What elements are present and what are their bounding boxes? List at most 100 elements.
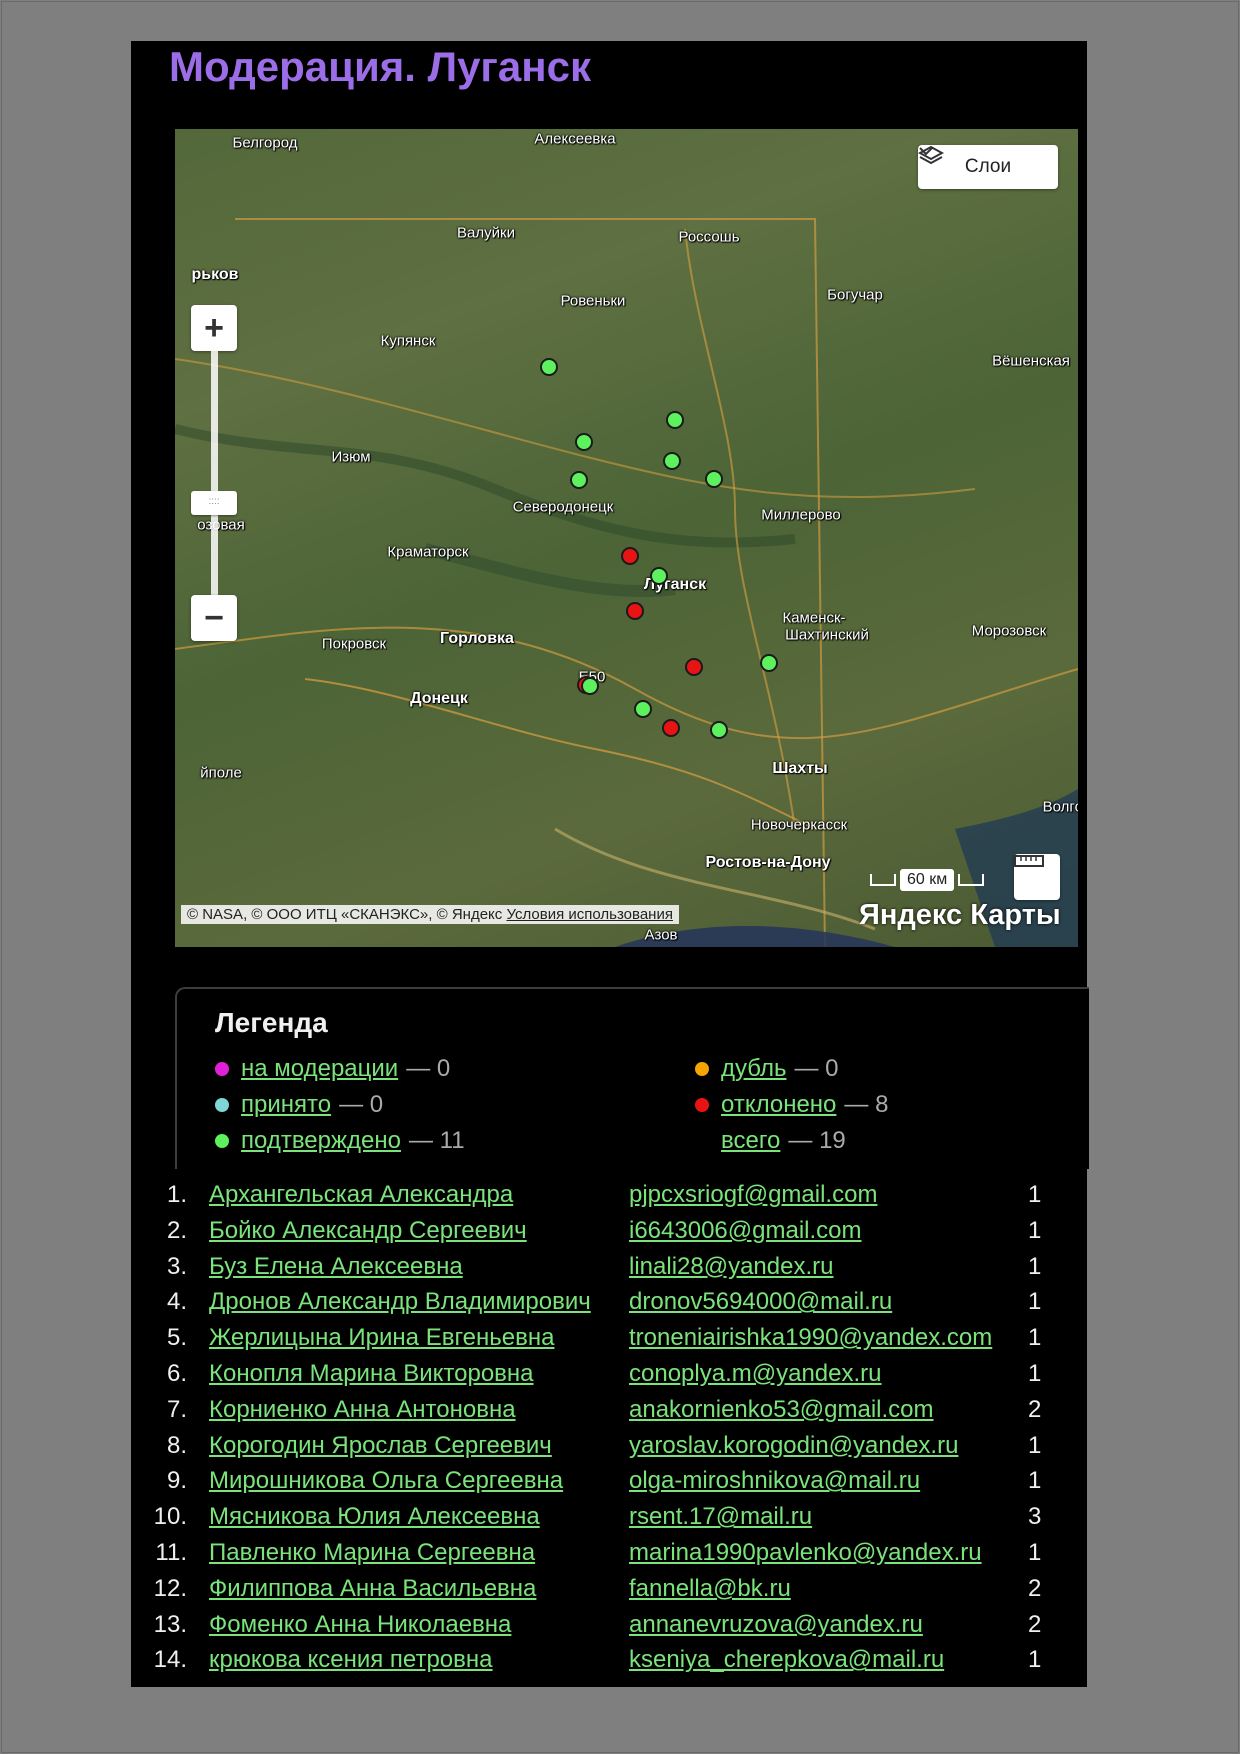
- map-city-label: Миллерово: [761, 506, 841, 524]
- map-marker-confirmed[interactable]: [575, 433, 593, 451]
- zoom-in-button[interactable]: +: [191, 305, 237, 351]
- user-count: 1: [1028, 1252, 1042, 1280]
- map-city-label: озовая: [197, 516, 245, 534]
- user-name-link[interactable]: Филиппова Анна Васильевна: [209, 1575, 536, 1603]
- zoom-slider-track[interactable]: [211, 351, 218, 595]
- map-marker-rejected[interactable]: [662, 719, 680, 737]
- user-number: 12.: [153, 1574, 187, 1602]
- zoom-slider-handle[interactable]: ::::: [191, 491, 237, 515]
- map-city-label: Купянск: [380, 332, 436, 350]
- legend-count: — 8: [844, 1091, 889, 1118]
- page-title: Модерация. Луганск: [169, 43, 592, 90]
- legend-item: на модерации — 0: [215, 1055, 450, 1083]
- user-email-link[interactable]: kseniya_cherepkova@mail.ru: [629, 1646, 944, 1674]
- user-email-link[interactable]: fannella@bk.ru: [629, 1575, 791, 1603]
- legend-filter-link[interactable]: отклонено: [721, 1091, 836, 1119]
- map-city-label: Северодонецк: [512, 498, 614, 516]
- legend-count: — 19: [788, 1127, 846, 1154]
- layers-button[interactable]: Слои: [918, 145, 1058, 189]
- ruler-button[interactable]: [1014, 854, 1060, 900]
- yandex-maps-logo[interactable]: Яндекс Карты: [859, 899, 1061, 932]
- legend-item: всего — 19: [695, 1127, 846, 1155]
- map-city-label: Морозовск: [971, 622, 1047, 640]
- user-number: 2.: [166, 1216, 187, 1244]
- user-number: 14.: [153, 1646, 187, 1674]
- user-row: 3. Буз Елена Алексеевна linali28@yandex.ru…: [131, 1253, 1087, 1289]
- map-city-label: Богучар: [827, 286, 883, 304]
- user-row: 10. Мясникова Юлия Алексеевна rsent.17@mai…: [131, 1503, 1087, 1539]
- map-marker-confirmed[interactable]: [705, 470, 723, 488]
- map-marker-confirmed[interactable]: [570, 471, 588, 489]
- user-name-link[interactable]: Мясникова Юлия Алексеевна: [209, 1503, 540, 1531]
- user-email-link[interactable]: linali28@yandex.ru: [629, 1253, 833, 1281]
- user-count: 1: [1028, 1539, 1042, 1566]
- user-count: 1: [1028, 1467, 1042, 1495]
- copyright-text: © NASA, © ООО ИТЦ «СКАНЭКС», © Яндекс: [187, 906, 503, 923]
- user-email-link[interactable]: olga-miroshnikova@mail.ru: [629, 1467, 920, 1495]
- user-number: 13.: [153, 1610, 187, 1638]
- map-city-label: Ровеньки: [560, 292, 626, 310]
- user-name-link[interactable]: Павленко Марина Сергеевна: [209, 1539, 535, 1567]
- user-name-link[interactable]: Жерлицына Ирина Евгеньевна: [209, 1324, 554, 1352]
- map-marker-confirmed[interactable]: [710, 721, 728, 739]
- legend-filter-link[interactable]: дубль: [721, 1055, 786, 1083]
- user-row: 7. Корниенко Анна Антоновна anakornienko53…: [131, 1396, 1087, 1432]
- map-city-label: рьков: [191, 266, 239, 283]
- legend-item: подтверждено — 11: [215, 1127, 465, 1155]
- user-email-link[interactable]: troneniairishka1990@yandex.com: [629, 1324, 992, 1352]
- user-count: 2: [1028, 1610, 1042, 1638]
- user-name-link[interactable]: Дронов Александр Владимирович: [209, 1288, 591, 1316]
- map-marker-rejected[interactable]: [621, 547, 639, 565]
- user-email-link[interactable]: rsent.17@mail.ru: [629, 1503, 812, 1531]
- map-marker-confirmed[interactable]: [666, 411, 684, 429]
- user-number: 4.: [166, 1288, 187, 1316]
- user-name-link[interactable]: крюкова ксения петровна: [209, 1646, 493, 1674]
- user-count: 1: [1028, 1431, 1042, 1459]
- user-name-link[interactable]: Корогодин Ярослав Сергеевич: [209, 1432, 552, 1460]
- map-marker-confirmed[interactable]: [634, 700, 652, 718]
- legend-filter-link[interactable]: подтверждено: [241, 1127, 401, 1155]
- user-email-link[interactable]: yaroslav.korogodin@yandex.ru: [629, 1432, 958, 1460]
- map-city-label: Белгород: [232, 134, 298, 152]
- map-marker-confirmed[interactable]: [540, 358, 558, 376]
- user-name-link[interactable]: Архангельская Александра: [209, 1181, 513, 1209]
- map-city-label: Краматорск: [387, 543, 469, 561]
- map-marker-confirmed[interactable]: [760, 654, 778, 672]
- user-name-link[interactable]: Фоменко Анна Николаевна: [209, 1611, 511, 1639]
- zoom-out-button[interactable]: −: [191, 595, 237, 641]
- user-email-link[interactable]: marina1990pavlenko@yandex.ru: [629, 1539, 982, 1567]
- user-email-link[interactable]: dronov5694000@mail.ru: [629, 1288, 892, 1316]
- yandex-map[interactable]: Белгород Алексеевка Валуйки Россошь рьков Ров…: [175, 129, 1078, 947]
- legend-filter-link[interactable]: принято: [241, 1091, 331, 1119]
- user-count: 1: [1028, 1216, 1042, 1244]
- user-name-link[interactable]: Конопля Марина Викторовна: [209, 1360, 534, 1388]
- layers-label: Слои: [964, 156, 1012, 177]
- user-email-link[interactable]: i6643006@gmail.com: [629, 1217, 862, 1245]
- user-name-link[interactable]: Бойко Александр Сергеевич: [209, 1217, 527, 1245]
- map-marker-rejected[interactable]: [626, 602, 644, 620]
- map-city-label: Азов: [644, 926, 678, 944]
- user-number: 7.: [166, 1395, 187, 1423]
- user-email-link[interactable]: pjpcxsriogf@gmail.com: [629, 1181, 877, 1209]
- user-count: 1: [1028, 1181, 1042, 1208]
- user-name-link[interactable]: Буз Елена Алексеевна: [209, 1253, 463, 1281]
- legend-filter-link[interactable]: на модерации: [241, 1055, 398, 1083]
- legend-count: — 11: [409, 1127, 465, 1154]
- user-email-link[interactable]: anakornienko53@gmail.com: [629, 1396, 934, 1424]
- map-city-label: Горловка: [440, 630, 514, 647]
- user-count: 1: [1028, 1360, 1042, 1387]
- user-name-link[interactable]: Корниенко Анна Антоновна: [209, 1396, 516, 1424]
- map-city-label: Шахты: [772, 760, 828, 777]
- map-marker-confirmed[interactable]: [650, 567, 668, 585]
- legend-title: Легенда: [215, 1007, 328, 1038]
- user-email-link[interactable]: conoplya.m@yandex.ru: [629, 1360, 882, 1388]
- legend-filter-link[interactable]: всего: [721, 1127, 780, 1155]
- terms-link[interactable]: Условия использования: [506, 906, 673, 923]
- map-marker-confirmed[interactable]: [663, 452, 681, 470]
- user-email-link[interactable]: annanevruzova@yandex.ru: [629, 1611, 923, 1639]
- map-city-label: Волгод: [1042, 798, 1078, 816]
- map-marker-confirmed[interactable]: [581, 677, 599, 695]
- map-marker-rejected[interactable]: [685, 658, 703, 676]
- user-name-link[interactable]: Мирошникова Ольга Сергеевна: [209, 1467, 563, 1495]
- user-number: 3.: [166, 1252, 187, 1280]
